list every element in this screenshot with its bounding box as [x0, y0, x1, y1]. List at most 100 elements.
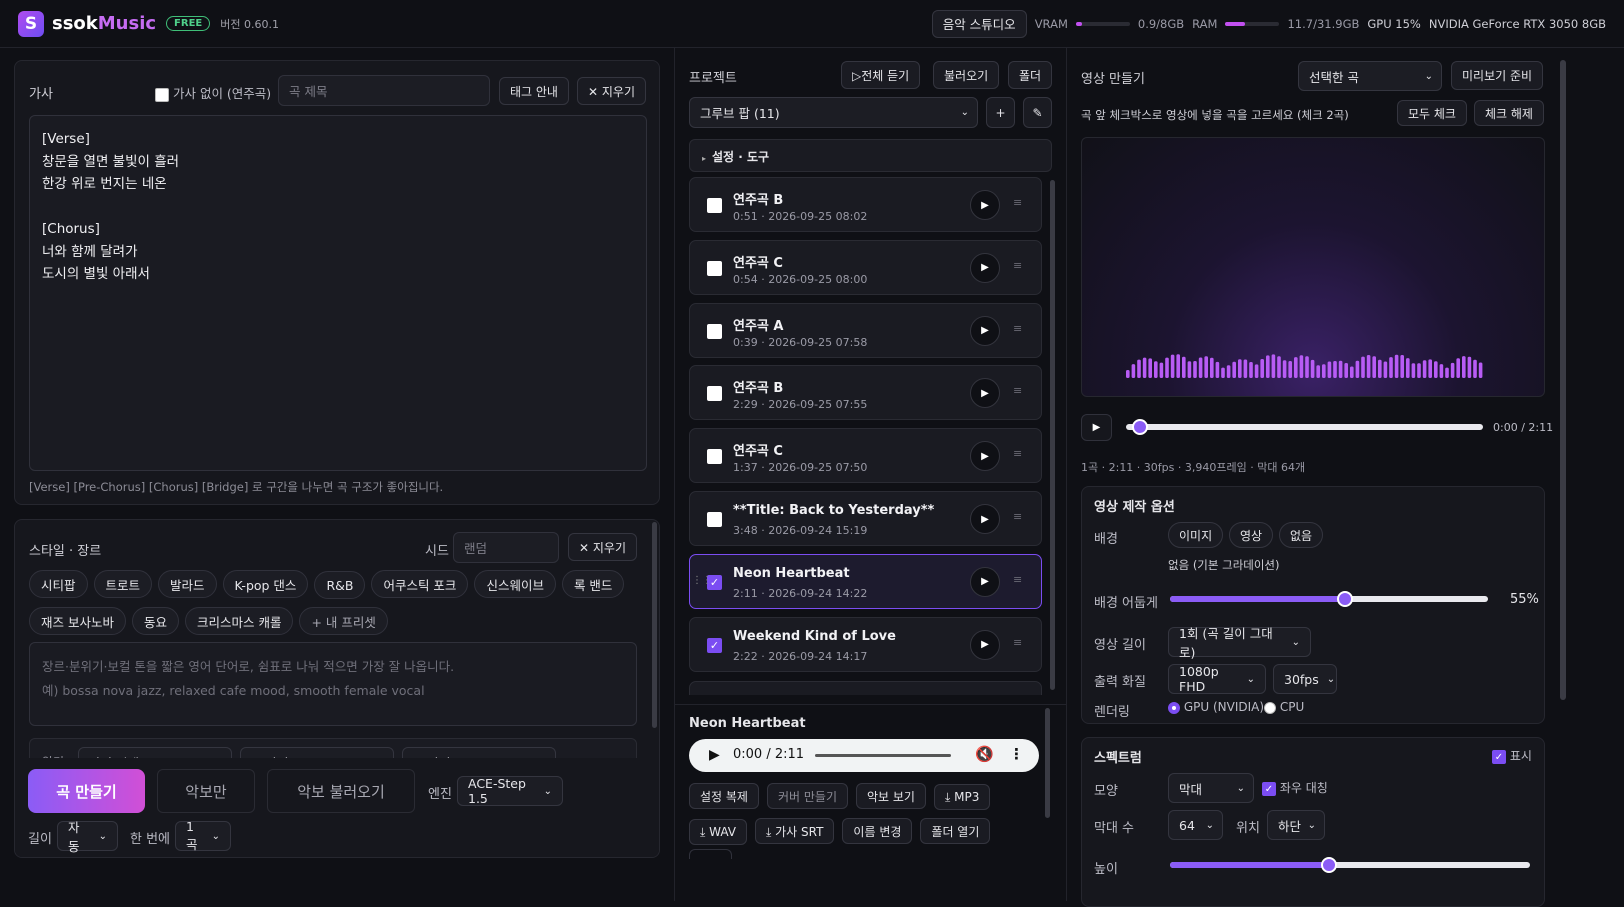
- lyrics-textarea[interactable]: [Verse] 창문을 열면 불빛이 흘러 한강 위로 번지는 네온 [Chor…: [29, 115, 647, 471]
- my-preset-chip[interactable]: + 내 프리셋: [299, 607, 388, 635]
- audio-progress[interactable]: [815, 754, 951, 757]
- play-icon[interactable]: ▶: [970, 190, 1000, 220]
- genre-chip[interactable]: 어쿠스틱 포크: [371, 570, 469, 598]
- menu-icon[interactable]: ≡: [1013, 196, 1022, 209]
- play-icon[interactable]: ▶: [970, 629, 1000, 660]
- settings-tools-toggle[interactable]: ▸ 설정 · 도구: [689, 139, 1052, 172]
- clear-style-button[interactable]: ✕ 지우기: [568, 533, 637, 561]
- load-project-button[interactable]: 불러오기: [933, 61, 1000, 89]
- instrumental-checkbox[interactable]: [155, 87, 169, 102]
- song-item[interactable]: 연주곡 C 1:37 · 2026-09-25 07:50 ▶ ≡: [689, 428, 1042, 484]
- score-only-button[interactable]: 악보만: [157, 769, 255, 813]
- song-list-scrollbar[interactable]: [1050, 180, 1055, 690]
- play-icon[interactable]: ▶: [970, 315, 1000, 346]
- more-options-icon[interactable]: ⋮: [1009, 745, 1024, 763]
- mute-icon[interactable]: 🔇: [975, 745, 994, 763]
- song-item[interactable]: 연주곡 B 2:29 · 2026-09-25 07:55 ▶ ≡: [689, 365, 1042, 421]
- batch-select[interactable]: 1곡 ⌄: [175, 819, 231, 852]
- video-length-select[interactable]: 1회 (곡 길이 그대로) ⌄: [1168, 626, 1311, 660]
- render-cpu-option[interactable]: CPU: [1264, 700, 1304, 714]
- player-action-button[interactable]: 커버 만들기: [766, 783, 848, 809]
- song-item[interactable]: 연주곡 B 0:51 · 2026-09-25 08:02 ▶ ≡: [689, 177, 1042, 232]
- song-item[interactable]: ✓ Weekend Kind of Love 2:22 · 2026-09-24 1…: [689, 616, 1042, 672]
- menu-icon[interactable]: ≡: [1013, 259, 1022, 272]
- song-title-input[interactable]: 곡 제목: [278, 75, 490, 106]
- player-action-button[interactable]: ⤓ MP3: [933, 784, 991, 810]
- menu-icon[interactable]: ≡: [1013, 636, 1022, 649]
- song-checkbox[interactable]: [707, 449, 722, 465]
- genre-chip[interactable]: 신스웨이브: [474, 570, 556, 598]
- tag-guide-button[interactable]: 태그 안내: [499, 77, 569, 105]
- style-textarea[interactable]: 장르·분위기·보컬 톤을 짧은 영어 단어로, 쉼표로 나눠 적으면 가장 잘 …: [29, 642, 637, 726]
- genre-chip[interactable]: 트로트: [93, 570, 153, 598]
- player-action-button[interactable]: 이름 변경: [842, 818, 913, 844]
- play-icon[interactable]: ▶: [970, 252, 1000, 283]
- genre-chip[interactable]: 동요: [131, 607, 179, 635]
- uncheck-all-button[interactable]: 체크 해제: [1474, 100, 1544, 126]
- genre-chip[interactable]: 크리스마스 캐롤: [185, 607, 294, 635]
- genre-chip[interactable]: R&B: [314, 571, 366, 599]
- player-action-button[interactable]: ⤓ 가사 SRT: [754, 818, 835, 844]
- fps-select[interactable]: 30fps ⌄: [1273, 664, 1337, 694]
- play-icon[interactable]: ▶: [970, 441, 1000, 472]
- player-action-button[interactable]: 폴더 열기: [920, 818, 991, 844]
- preview-button[interactable]: 미리보기 준비: [1451, 61, 1544, 90]
- style-scrollbar[interactable]: [652, 522, 657, 728]
- menu-icon[interactable]: ≡: [1013, 322, 1022, 335]
- player-action-button[interactable]: 악보 보기: [856, 783, 926, 809]
- bg-none-button[interactable]: 없음: [1279, 522, 1324, 548]
- page-scrollbar[interactable]: [1560, 60, 1566, 700]
- preview-seek-slider[interactable]: [1126, 419, 1483, 435]
- player-action-button[interactable]: 설정 복제: [689, 783, 759, 809]
- render-gpu-option[interactable]: GPU (NVIDIA): [1168, 700, 1264, 714]
- bg-image-button[interactable]: 이미지: [1168, 522, 1224, 548]
- bg-dark-slider[interactable]: [1170, 591, 1488, 607]
- height-slider[interactable]: [1170, 857, 1530, 873]
- add-playlist-button[interactable]: +: [986, 97, 1015, 128]
- position-select[interactable]: 하단 ⌄: [1267, 810, 1325, 840]
- song-item[interactable]: 연주곡 C 0:54 · 2026-09-25 08:00 ▶ ≡: [689, 239, 1042, 295]
- play-all-button[interactable]: ▷전체 듣기: [841, 61, 921, 89]
- shape-select[interactable]: 막대 ⌄: [1168, 773, 1254, 803]
- engine-select[interactable]: ACE-Step 1.5 ⌄: [457, 776, 563, 806]
- song-item[interactable]: 연주곡 A 0:39 · 2026-09-25 07:58 ▶ ≡: [689, 302, 1042, 358]
- load-score-button[interactable]: 악보 불러오기: [267, 769, 415, 813]
- music-studio-button[interactable]: 음악 스튜디오: [931, 9, 1027, 38]
- menu-icon[interactable]: ≡: [1013, 447, 1022, 460]
- song-checkbox[interactable]: [707, 512, 722, 527]
- play-icon[interactable]: ▶: [970, 566, 1000, 597]
- edit-playlist-button[interactable]: ✎: [1023, 97, 1052, 128]
- playlist-select[interactable]: 그루브 팝 (11) ⌄: [689, 97, 978, 128]
- spectrum-show-toggle[interactable]: ✓ 표시: [1492, 747, 1532, 764]
- quality-select[interactable]: 1080p FHD ⌄: [1168, 664, 1266, 694]
- seed-input[interactable]: 랜덤: [453, 532, 559, 563]
- drag-handle-icon[interactable]: ⋮⋮: [692, 575, 712, 586]
- genre-chip[interactable]: 재즈 보사노바: [29, 607, 126, 635]
- genre-chip[interactable]: 록 밴드: [561, 570, 625, 598]
- project-folder-button[interactable]: 폴더: [1008, 61, 1053, 89]
- instrumental-toggle[interactable]: 가사 없이 (연주곡): [155, 83, 271, 102]
- song-item[interactable]: ✓ Neon Heartbeat 2:11 · 2026-09-24 14:22 ▶ ≡…: [689, 553, 1042, 609]
- menu-icon[interactable]: ≡: [1013, 573, 1022, 586]
- check-all-button[interactable]: 모두 체크: [1397, 100, 1467, 126]
- audio-play-icon[interactable]: ▶: [709, 747, 720, 763]
- song-checkbox[interactable]: [707, 386, 722, 402]
- genre-chip[interactable]: 시티팝: [29, 570, 88, 598]
- song-item[interactable]: **Title: Back to Yesterday** 3:48 · 2026-…: [689, 491, 1042, 546]
- player-action-button[interactable]: ⤓ WAV: [689, 819, 747, 845]
- audio-player[interactable]: ▶ 0:00 / 2:11 🔇 ⋮: [689, 739, 1039, 772]
- make-song-button[interactable]: 곡 만들기: [28, 769, 145, 813]
- mirror-toggle[interactable]: ✓ 좌우 대칭: [1262, 779, 1328, 796]
- length-select[interactable]: 자동 ⌄: [57, 820, 118, 854]
- video-source-select[interactable]: 선택한 곡 ⌄: [1298, 61, 1442, 91]
- song-checkbox[interactable]: [707, 198, 722, 213]
- genre-chip[interactable]: K-pop 댄스: [222, 570, 309, 598]
- play-icon[interactable]: ▶: [970, 504, 1000, 534]
- menu-icon[interactable]: ≡: [1013, 510, 1022, 523]
- menu-icon[interactable]: ≡: [1013, 384, 1022, 397]
- genre-chip[interactable]: 발라드: [158, 570, 217, 598]
- player-scrollbar[interactable]: [1045, 708, 1050, 818]
- preview-play-button[interactable]: ▶: [1081, 414, 1112, 441]
- song-checkbox[interactable]: [707, 323, 722, 339]
- song-checkbox[interactable]: ✓: [707, 637, 722, 653]
